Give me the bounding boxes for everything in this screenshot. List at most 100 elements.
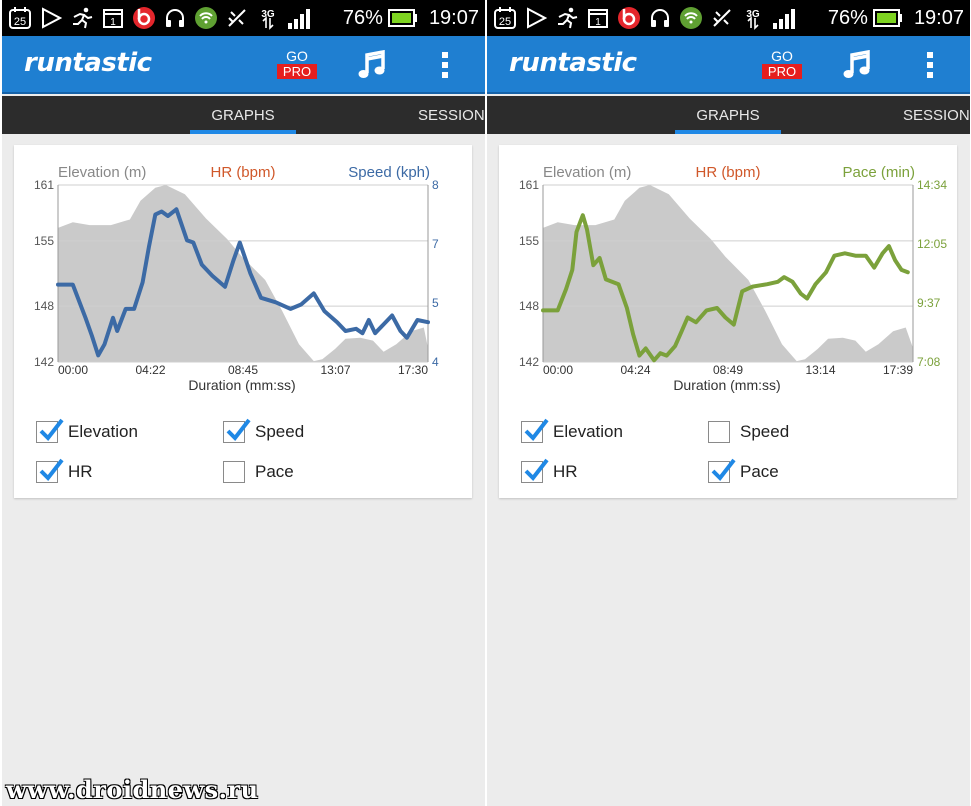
pace-checkbox[interactable]: Pace <box>223 459 294 485</box>
speed-checkbox[interactable]: Speed <box>223 418 304 445</box>
elevation-checkbox[interactable]: Elevation <box>521 418 623 445</box>
legend-elevation: Elevation (m) <box>543 164 631 181</box>
play-store-icon <box>524 6 548 30</box>
beats-icon <box>132 6 156 30</box>
hr-checkbox[interactable]: HR <box>521 458 578 485</box>
right-tick-label: 8 <box>432 178 439 192</box>
checkmark-icon <box>524 418 549 442</box>
legend-right-axis: Speed (kph) <box>348 164 430 181</box>
checkbox-box[interactable] <box>521 458 549 483</box>
battery-icon <box>387 6 418 30</box>
pro-badge: PRO <box>762 64 802 79</box>
network-type-label: 3G <box>746 9 760 20</box>
go-pro-button[interactable]: GO PRO <box>762 48 802 79</box>
calendar-date: 25 <box>14 16 26 28</box>
left-tick-label: 155 <box>34 234 54 248</box>
sim-number: 1 <box>110 17 116 28</box>
overflow-menu-icon[interactable] <box>924 50 936 80</box>
left-tick-label: 142 <box>519 355 539 369</box>
network-3g-icon: 3G <box>256 6 280 30</box>
headphones-icon <box>163 6 187 30</box>
right-tick-label: 7:08 <box>917 355 941 369</box>
music-note-icon[interactable] <box>356 49 388 80</box>
hr-checkbox[interactable]: HR <box>36 458 93 485</box>
legend-hr: HR (bpm) <box>210 164 275 181</box>
sim-icon: 1 <box>101 6 125 30</box>
x-tick-label: 13:07 <box>320 363 350 377</box>
left-tick-label: 148 <box>34 299 54 313</box>
clock: 19:07 <box>913 6 964 29</box>
network-type-label: 3G <box>261 9 275 20</box>
watermark: www.droidnews.ru <box>6 775 259 804</box>
tab-graphs[interactable]: GRAPHS <box>190 96 296 134</box>
left-tick-label: 148 <box>519 299 539 313</box>
tab-bar: GRAPHS SESSION <box>2 96 485 134</box>
speed-checkbox[interactable]: Speed <box>708 419 789 445</box>
checkbox-label: Speed <box>740 422 790 441</box>
graph-card: Elevation (m) HR (bpm) Pace (min) 161 155 148… <box>499 145 957 498</box>
checkmark-icon <box>524 458 549 482</box>
vibrate-off-icon <box>225 6 249 30</box>
go-pro-button[interactable]: GO PRO <box>277 48 317 79</box>
elevation-area <box>543 185 913 362</box>
checkmark-icon <box>39 418 64 442</box>
graph-card: Elevation (m) HR (bpm) Speed (kph) 161 155 14… <box>14 145 472 498</box>
signal-icon <box>287 6 311 30</box>
play-store-icon <box>39 6 63 30</box>
x-tick-label: 04:22 <box>135 363 165 377</box>
checkbox-label: Elevation <box>553 422 623 441</box>
calendar-icon: 25 <box>493 6 517 30</box>
overflow-menu-icon[interactable] <box>439 50 451 80</box>
checkbox-label: Elevation <box>68 422 138 441</box>
left-tick-label: 142 <box>34 355 54 369</box>
elevation-area <box>58 185 428 362</box>
beats-icon <box>617 6 641 30</box>
x-tick-label: 00:00 <box>543 363 573 377</box>
tab-sessions[interactable]: SESSION <box>418 96 485 134</box>
checkbox-box[interactable] <box>223 418 251 443</box>
battery-icon <box>872 6 903 30</box>
sim-number: 1 <box>595 17 601 28</box>
wifi-call-icon <box>679 6 703 30</box>
calendar-icon: 25 <box>8 6 32 30</box>
phone-screen-right: 25 1 3G 76% 19:07 runtastic GO PRO GRAPH… <box>487 0 970 806</box>
left-tick-label: 161 <box>519 178 539 192</box>
status-bar: 25 1 3G 76% 19:07 <box>2 0 485 36</box>
checkbox-box[interactable] <box>223 461 245 483</box>
right-tick-label: 7 <box>432 237 439 251</box>
app-bar: runtastic GO PRO <box>487 36 970 94</box>
phone-screen-left: 25 1 3G 76% 19:07 runtastic GO PRO GRAPH… <box>2 0 485 806</box>
clock: 19:07 <box>428 6 479 29</box>
signal-icon <box>772 6 796 30</box>
checkbox-box[interactable] <box>36 458 64 483</box>
checkbox-box[interactable] <box>708 421 730 443</box>
graph-chart: Elevation (m) HR (bpm) Pace (min) 161 155 148… <box>519 164 947 393</box>
runner-icon <box>555 6 579 30</box>
music-note-icon[interactable] <box>841 49 873 80</box>
x-tick-label: 13:14 <box>805 363 835 377</box>
right-tick-label: 14:34 <box>917 178 947 192</box>
elevation-checkbox[interactable]: Elevation <box>36 418 138 445</box>
x-tick-label: 17:30 <box>398 363 428 377</box>
checkmark-icon <box>711 458 736 482</box>
left-tick-label: 155 <box>519 234 539 248</box>
x-axis-label: Duration (mm:ss) <box>673 377 780 393</box>
x-tick-label: 00:00 <box>58 363 88 377</box>
graph-chart: Elevation (m) HR (bpm) Speed (kph) 161 155 14… <box>34 164 439 393</box>
checkbox-box[interactable] <box>36 418 64 443</box>
legend-hr: HR (bpm) <box>695 164 760 181</box>
tab-sessions[interactable]: SESSION <box>903 96 970 134</box>
runtastic-logo: runtastic <box>509 48 637 78</box>
tab-bar: GRAPHS SESSION <box>487 96 970 134</box>
runner-icon <box>70 6 94 30</box>
x-axis-label: Duration (mm:ss) <box>188 377 295 393</box>
checkmark-icon <box>226 418 251 442</box>
tab-graphs[interactable]: GRAPHS <box>675 96 781 134</box>
battery-percent: 76% <box>342 6 383 29</box>
checkbox-label: Pace <box>740 462 779 481</box>
right-tick-label: 5 <box>432 296 439 310</box>
pace-checkbox[interactable]: Pace <box>708 458 779 485</box>
checkmark-icon <box>39 458 64 482</box>
checkbox-box[interactable] <box>521 418 549 443</box>
checkbox-box[interactable] <box>708 458 736 483</box>
